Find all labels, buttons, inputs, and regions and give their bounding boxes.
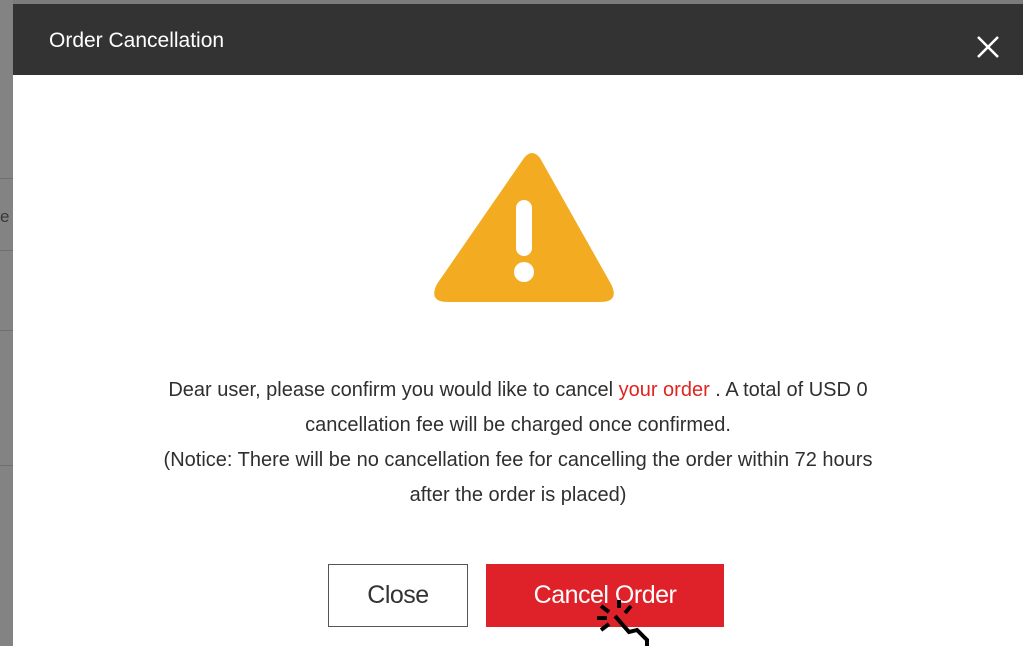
- notice-line-2: after the order is placed): [409, 484, 627, 506]
- cancellation-message: Dear user, please confirm you would like…: [13, 373, 1023, 513]
- background-divider: [0, 178, 13, 179]
- your-order-link[interactable]: your order: [619, 379, 710, 401]
- close-button[interactable]: Close: [328, 564, 468, 627]
- order-cancellation-dialog: Order Cancellation Dear user, please con…: [13, 4, 1023, 646]
- background-partial-text: e: [0, 207, 10, 226]
- cancel-order-button[interactable]: Cancel Order: [486, 564, 724, 627]
- message-line-1: Dear user, please confirm you would like…: [13, 373, 1023, 408]
- warning-triangle-icon: [430, 148, 618, 306]
- dialog-title: Order Cancellation: [49, 29, 225, 52]
- notice-line-1: (Notice: There will be no cancellation f…: [163, 449, 873, 471]
- background-divider: [0, 465, 13, 466]
- message-text: . A total of USD 0: [709, 379, 868, 401]
- message-line-2: cancellation fee will be charged once co…: [305, 414, 731, 436]
- background-divider: [0, 330, 13, 331]
- message-text: Dear user, please confirm you would like…: [168, 379, 619, 401]
- close-icon[interactable]: [973, 32, 1003, 62]
- dialog-header: Order Cancellation: [13, 4, 1023, 75]
- background-page-edge: e: [0, 0, 13, 646]
- background-divider: [0, 250, 13, 251]
